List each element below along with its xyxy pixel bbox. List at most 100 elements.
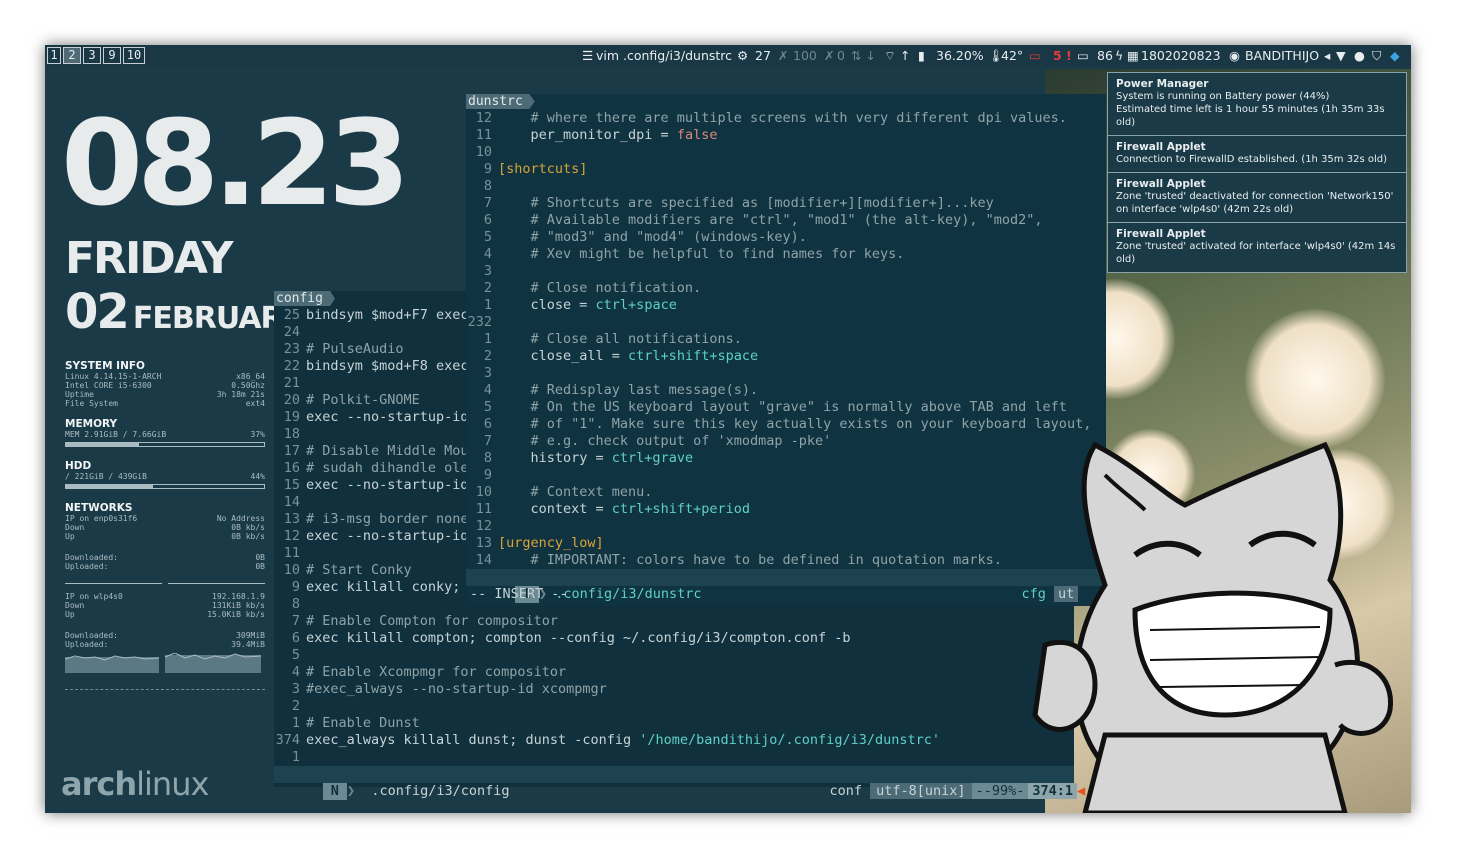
- code-line[interactable]: 4 # Xev might be helpful to find names f…: [466, 246, 905, 263]
- code-text: # Enable Xcompmgr for compositor: [306, 664, 567, 680]
- workspace-2[interactable]: 2: [63, 47, 81, 64]
- line-number: 22: [283, 358, 300, 374]
- code-line[interactable]: 10 # Start Conky: [274, 562, 412, 579]
- code-line[interactable]: 3 #exec_always --no-startup-id xcompmgr: [274, 681, 607, 698]
- code-text: history =: [498, 450, 612, 466]
- code-line[interactable]: 1 # Enable Dunst: [274, 715, 420, 732]
- workspace-3[interactable]: 3: [83, 47, 101, 64]
- line-number: 11: [475, 501, 492, 517]
- battery-icon: ▮: [918, 48, 925, 63]
- code-line[interactable]: 15 exec --no-startup-id: [274, 477, 469, 494]
- notification-title: Firewall Applet: [1116, 228, 1206, 240]
- code-line[interactable]: 19 exec --no-startup-id: [274, 409, 469, 426]
- code-line[interactable]: 10: [466, 144, 498, 161]
- notification-firewall[interactable]: Firewall Applet Zone 'trusted' activated…: [1108, 223, 1406, 272]
- code-line[interactable]: 13 [urgency_low]: [466, 535, 604, 552]
- code-text: # i3-msg border none: [306, 511, 469, 527]
- tray-wifi-icon[interactable]: ▼: [1336, 48, 1346, 63]
- code-line[interactable]: 12 exec --no-startup-id: [274, 528, 469, 545]
- user-icon: ◉: [1229, 48, 1240, 63]
- code-line[interactable]: 1 # Close all notifications.: [466, 331, 742, 348]
- line-number: 4: [483, 382, 492, 398]
- code-line[interactable]: 14: [274, 494, 306, 511]
- code-line[interactable]: 6 exec killall compton; compton --config …: [274, 630, 851, 647]
- line-number: 6: [483, 212, 492, 228]
- code-line[interactable]: 21: [274, 375, 306, 392]
- line-number: 374: [275, 732, 300, 748]
- code-line[interactable]: 9: [466, 467, 498, 484]
- code-line[interactable]: 2 # Close notification.: [466, 280, 701, 297]
- code-text: # Redisplay last message(s).: [498, 382, 759, 398]
- code-line[interactable]: 16 # sudah dihandle ole: [274, 460, 469, 477]
- code-line[interactable]: 18: [274, 426, 306, 443]
- notification-firewall[interactable]: Firewall Applet Zone 'trusted' deactivat…: [1108, 173, 1406, 223]
- code-line[interactable]: 11 context = ctrl+shift+period: [466, 501, 750, 518]
- code-line[interactable]: 23 # PulseAudio: [274, 341, 404, 358]
- code-line[interactable]: 25 bindsym $mod+F7 exec: [274, 307, 469, 324]
- updates-icon: ⚙: [737, 48, 749, 63]
- line-number: 11: [283, 545, 300, 561]
- status-filename: .config/i3/config: [371, 783, 510, 799]
- code-line[interactable]: 17 # Disable Middle Mou: [274, 443, 469, 460]
- code-line[interactable]: 7 # Enable Compton for compositor: [274, 613, 558, 630]
- code-line[interactable]: 11 per_monitor_dpi = false: [466, 127, 718, 144]
- workspace-9[interactable]: 9: [103, 47, 121, 64]
- sysinfo-row: File System ext4: [65, 399, 265, 408]
- code-line[interactable]: 2 close_all = ctrl+shift+space: [466, 348, 758, 365]
- code-line[interactable]: 9 [shortcuts]: [466, 161, 588, 178]
- line-number: 5: [483, 229, 492, 245]
- code-line[interactable]: 6 # Available modifiers are "ctrl", "mod…: [466, 212, 1043, 229]
- code-line[interactable]: 1: [274, 749, 306, 766]
- code-line[interactable]: 3: [466, 365, 498, 382]
- code-line[interactable]: 5 # On the US keyboard layout "grave" is…: [466, 399, 1067, 416]
- notification-stack: Power Manager System is running on Batte…: [1107, 72, 1407, 273]
- workspace-10[interactable]: 10: [123, 47, 145, 64]
- code-text: [shortcuts]: [498, 161, 588, 177]
- code-line[interactable]: 374 exec_always killall dunst; dunst -con…: [274, 732, 940, 749]
- notification-power-manager[interactable]: Power Manager System is running on Batte…: [1108, 73, 1406, 136]
- code-line[interactable]: 3: [466, 263, 498, 280]
- code-line[interactable]: 2: [274, 698, 306, 715]
- line-number: 3: [483, 365, 492, 381]
- code-line[interactable]: 4 # Redisplay last message(s).: [466, 382, 758, 399]
- tray-arrow-icon[interactable]: ◂: [1324, 48, 1330, 63]
- tray-update-icon[interactable]: ●: [1354, 48, 1365, 63]
- code-line[interactable]: 232: [466, 314, 498, 331]
- menu-icon: ☰: [582, 48, 594, 63]
- code-text: # Enable Dunst: [306, 715, 420, 731]
- code-line[interactable]: 22 bindsym $mod+F8 exec: [274, 358, 469, 375]
- upload-icon: ↑: [900, 48, 911, 63]
- code-line[interactable]: 12: [466, 518, 498, 535]
- tray-shield-icon[interactable]: ⛉: [1372, 48, 1381, 64]
- username: BANDITHIJO: [1245, 48, 1320, 63]
- code-line[interactable]: 12 # where there are multiple screens wi…: [466, 110, 1067, 127]
- notification-firewall[interactable]: Firewall Applet Connection to FirewallD …: [1108, 136, 1406, 173]
- code-line[interactable]: 7 # Shortcuts are specified as [modifier…: [466, 195, 994, 212]
- code-line[interactable]: 10 # Context menu.: [466, 484, 653, 501]
- code-line[interactable]: 11: [274, 545, 306, 562]
- tab-dunstrc[interactable]: dunstrc: [466, 94, 535, 109]
- code-line[interactable]: 5: [274, 647, 306, 664]
- code-line[interactable]: 8: [274, 596, 306, 613]
- code-line[interactable]: 5 # "mod3" and "mod4" (windows-key).: [466, 229, 807, 246]
- code-line[interactable]: 7 # e.g. check output of 'xmodmap -pke': [466, 433, 831, 450]
- line-number: 1: [291, 749, 300, 765]
- workspace-1[interactable]: 1: [47, 47, 61, 64]
- code-line[interactable]: 8: [466, 178, 498, 195]
- code-line[interactable]: 24: [274, 324, 306, 341]
- code-line[interactable]: 1 close = ctrl+space: [466, 297, 677, 314]
- alerts-count: 5 !: [1053, 48, 1072, 63]
- code-line[interactable]: 20 # Polkit-GNOME: [274, 392, 420, 409]
- code-text: # Start Conky: [306, 562, 412, 578]
- code-line[interactable]: 4 # Enable Xcompmgr for compositor: [274, 664, 566, 681]
- code-line[interactable]: 13 # i3-msg border none: [274, 511, 469, 528]
- line-number: 12: [475, 110, 492, 126]
- code-line[interactable]: 8 history = ctrl+grave: [466, 450, 693, 467]
- tab-config[interactable]: config: [274, 291, 335, 306]
- tray-telegram-icon[interactable]: ◆: [1390, 48, 1400, 63]
- code-value: ctrl+shift+space: [628, 348, 759, 364]
- line-number: 2: [483, 280, 492, 296]
- code-line[interactable]: 9 exec killall conky;: [274, 579, 461, 596]
- notification-body: Zone 'trusted' activated for interface '…: [1116, 241, 1396, 265]
- code-line[interactable]: 14 # IMPORTANT: colors have to be define…: [466, 552, 1002, 569]
